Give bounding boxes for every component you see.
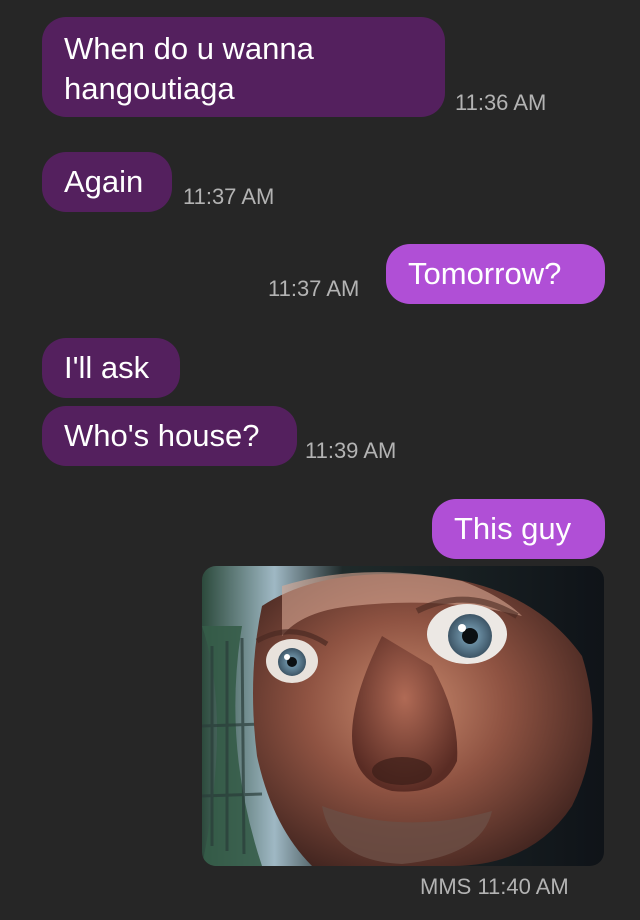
message-timestamp: 11:37 AM <box>183 184 275 209</box>
message-bubble-outgoing[interactable]: Tomorrow? <box>386 244 605 304</box>
message-timestamp: MMS 11:40 AM <box>420 874 569 899</box>
message-bubble-incoming[interactable]: When do u wanna hangoutiaga <box>42 17 445 117</box>
message-bubble-incoming[interactable]: I'll ask <box>42 338 180 398</box>
message-timestamp: 11:36 AM <box>455 90 547 115</box>
message-bubble-incoming[interactable]: Again <box>42 152 172 212</box>
message-timestamp: 11:39 AM <box>305 438 397 463</box>
message-thread[interactable]: When do u wanna hangoutiaga 11:36 AM Aga… <box>0 0 640 920</box>
message-timestamp: 11:37 AM <box>268 276 360 301</box>
mms-image-attachment[interactable] <box>202 566 604 866</box>
face-photo <box>202 566 604 866</box>
message-bubble-outgoing[interactable]: This guy <box>432 499 605 559</box>
message-bubble-incoming[interactable]: Who's house? <box>42 406 297 466</box>
